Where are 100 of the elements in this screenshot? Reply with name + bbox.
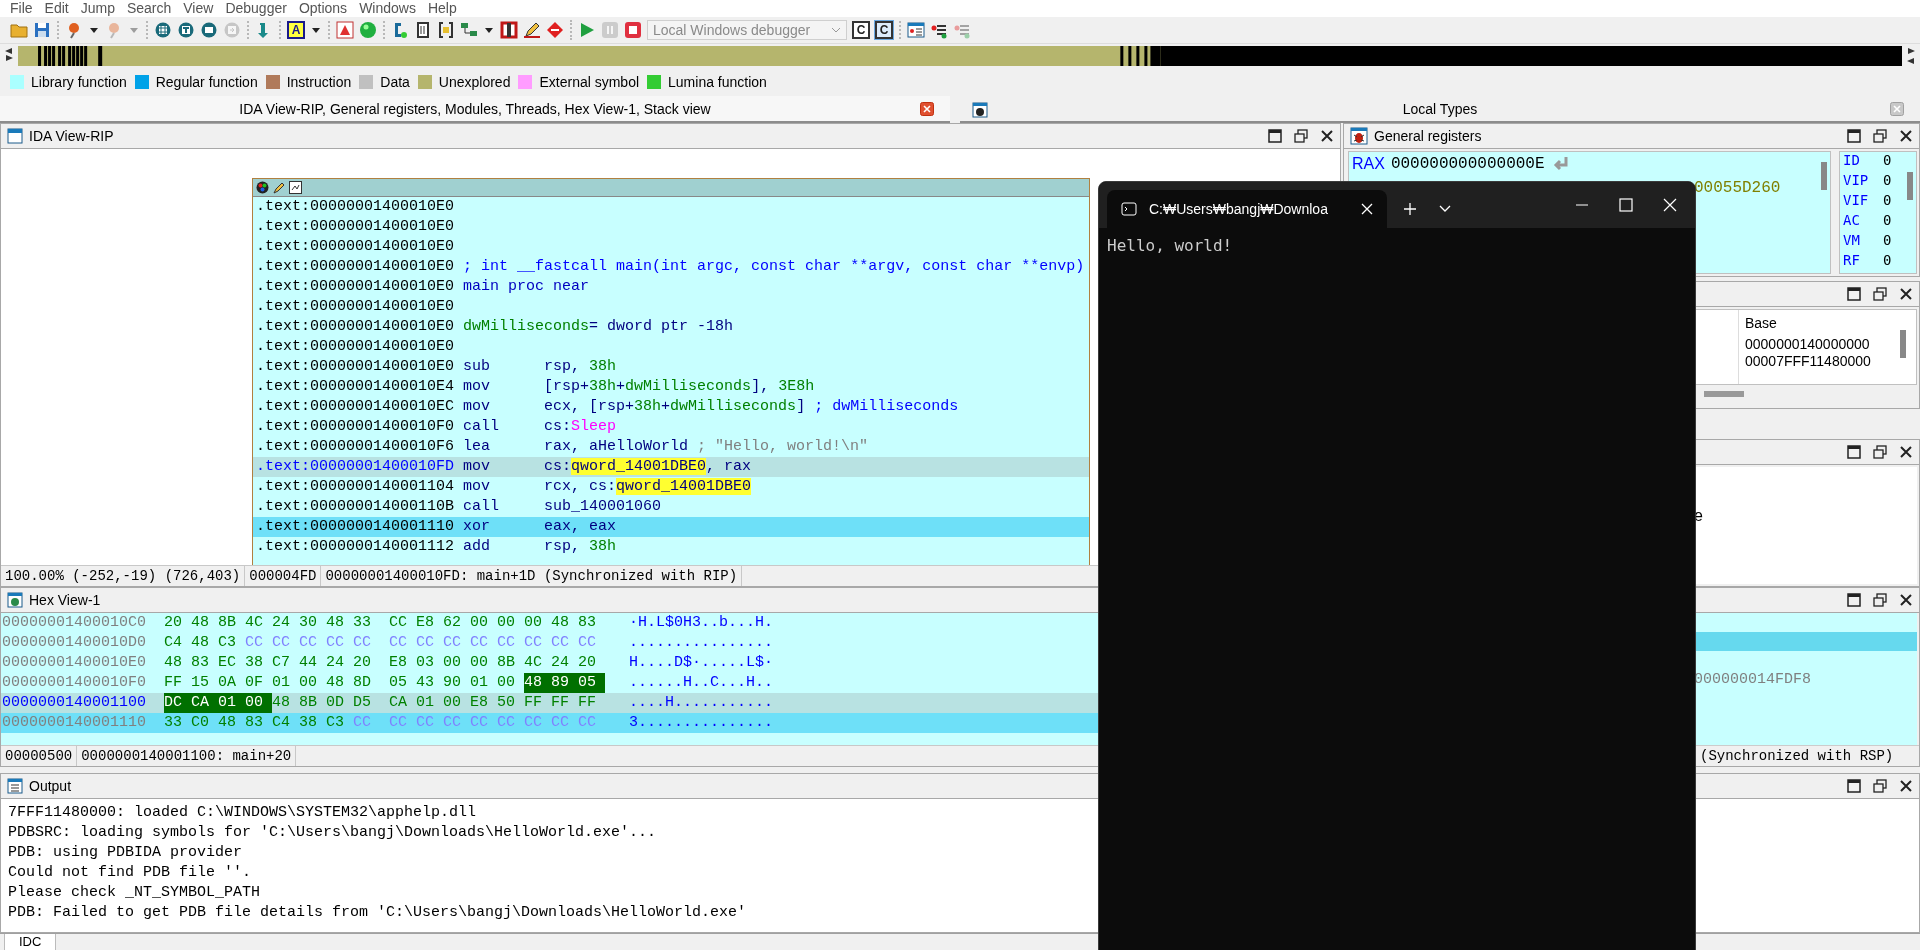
hex-byte: 4C [524, 653, 543, 673]
hex-byte: 00 [443, 693, 462, 713]
document-icon[interactable] [414, 21, 432, 39]
frame-icon[interactable] [500, 21, 518, 39]
flag-name: VIF [1843, 192, 1869, 210]
tab[interactable]: IDC [4, 934, 57, 950]
hex-byte: 8D [353, 673, 372, 693]
menu-item[interactable]: Search [122, 0, 176, 17]
hex-byte: CC [389, 633, 408, 653]
toolbar-button[interactable]: C [852, 21, 870, 39]
terminal-output: Hello, world! [1106, 235, 1234, 257]
hex-address: 0000000140001100 [1, 693, 148, 713]
menu-item[interactable]: Jump [76, 0, 119, 17]
restore-icon[interactable] [1873, 593, 1887, 607]
close-icon[interactable] [1899, 593, 1913, 607]
stop-icon[interactable] [624, 21, 642, 39]
hex-byte: CC [245, 633, 264, 653]
scroll-arrows-icon[interactable] [1906, 47, 1916, 65]
menu-item[interactable]: File [6, 0, 37, 17]
scrollbar[interactable] [1907, 172, 1913, 200]
close-icon[interactable] [1899, 129, 1913, 143]
dock-tab[interactable]: IDA View-RIP, General registers, Modules, Threads, Hex View-1, Stack view [0, 96, 950, 123]
register-value[interactable]: 000000000000000E [1390, 155, 1545, 173]
plus-icon[interactable] [1403, 202, 1417, 216]
hex-byte: CC [551, 713, 570, 733]
hex-ascii: ·H.L$0H3..b...H. [629, 613, 774, 633]
hex-byte: 30 [299, 613, 318, 633]
hex-byte: 8B [299, 693, 318, 713]
hex-byte: CC [578, 633, 597, 653]
flag-value[interactable]: 0 [1883, 232, 1892, 252]
menu-item[interactable]: Edit [40, 0, 73, 17]
flag-name: VIP [1843, 172, 1869, 190]
circle-icon[interactable] [154, 21, 172, 39]
restore-icon[interactable] [1873, 287, 1887, 301]
close-icon[interactable] [1899, 445, 1913, 459]
chevron-down-icon[interactable] [1439, 205, 1451, 213]
scrollbar[interactable] [1900, 330, 1906, 358]
output-line: PDBSRC: loading symbols for 'C:\Users\bangj\Downloads\HelloWorld.exe'... [7, 823, 658, 843]
menu-item[interactable]: Options [294, 0, 352, 17]
maximize-icon[interactable] [1847, 779, 1861, 793]
hex-byte: 0F [245, 673, 264, 693]
pencil-icon[interactable] [272, 181, 286, 194]
hex-byte: 8B [218, 613, 237, 633]
code-line: .text:000000014000110B call sub_140001060 [255, 497, 663, 517]
bracket-icon[interactable] [437, 21, 455, 39]
hex-byte: CC [578, 713, 597, 733]
toolbar-button[interactable]: A [287, 21, 305, 39]
hex-byte: CC [353, 633, 372, 653]
hex-ascii: H....D$·.....L$· [629, 653, 774, 673]
register-value[interactable]: 00055D260 [1694, 179, 1781, 197]
menu-item[interactable]: Windows [355, 0, 420, 17]
hex-byte: CC [497, 633, 516, 653]
maximize-icon[interactable] [1268, 129, 1282, 143]
toolbar-button[interactable]: C [875, 21, 893, 39]
menu-item[interactable]: Help [423, 0, 461, 17]
hex-byte: 01 [272, 673, 291, 693]
play-icon[interactable] [578, 21, 596, 39]
flag-value[interactable]: 0 [1883, 172, 1892, 192]
output-line: 7FFF11480000: loaded C:\WINDOWS\SYSTEM32\apphelp.dll [7, 803, 478, 823]
menu-item[interactable]: View [179, 0, 218, 17]
stop-sign-icon[interactable] [546, 21, 564, 39]
maximize-icon[interactable] [1847, 287, 1861, 301]
circle-icon[interactable] [177, 21, 195, 39]
hex-byte: 48 [272, 693, 291, 713]
maximize-icon[interactable] [1847, 445, 1861, 459]
pencil-icon[interactable] [523, 21, 541, 39]
output-line: PDB: Failed to get PDB file details from 'C:\Users\bangj\Downloads\HelloWorld.exe' [7, 903, 748, 923]
hex-byte: 48 [191, 613, 210, 633]
scrollbar[interactable] [1704, 391, 1744, 397]
hex-byte: C4 [272, 713, 291, 733]
hex-byte: 00 [245, 693, 272, 713]
flag-value[interactable]: 0 [1883, 152, 1892, 172]
hex-byte: C7 [272, 653, 291, 673]
navigation-band[interactable] [18, 46, 1902, 66]
code-line: .text:00000001400010E0 sub rsp, 38h [255, 357, 618, 377]
hex-byte: 48 [218, 713, 237, 733]
circle-icon[interactable] [200, 21, 218, 39]
close-icon[interactable] [1320, 129, 1334, 143]
restore-icon[interactable] [1294, 129, 1308, 143]
hex-address: 00000001400010E0 [1, 653, 148, 673]
restore-icon[interactable] [1873, 445, 1887, 459]
scrollbar[interactable] [1821, 162, 1827, 190]
flag-value[interactable]: 0 [1883, 212, 1892, 232]
close-icon[interactable] [1899, 779, 1913, 793]
hex-byte: 89 [551, 673, 578, 693]
flag-value[interactable]: 0 [1883, 252, 1892, 272]
maximize-icon[interactable] [1847, 129, 1861, 143]
close-icon[interactable] [1899, 287, 1913, 301]
graph-icon[interactable] [289, 181, 302, 194]
restore-icon[interactable] [1873, 129, 1887, 143]
hex-byte: CC [416, 633, 435, 653]
terminal-tab[interactable]: C:₩Users₩bangj₩Downloa [1107, 190, 1387, 228]
restore-icon[interactable] [1873, 779, 1887, 793]
maximize-icon[interactable] [1847, 593, 1861, 607]
flag-value[interactable]: 0 [1883, 192, 1892, 212]
column-header[interactable]: Base [1745, 310, 1888, 336]
color-icon[interactable] [256, 181, 269, 194]
menu-item[interactable]: Debugger [221, 0, 291, 17]
save-icon[interactable] [33, 21, 51, 39]
hex-byte: 33 [164, 713, 183, 733]
